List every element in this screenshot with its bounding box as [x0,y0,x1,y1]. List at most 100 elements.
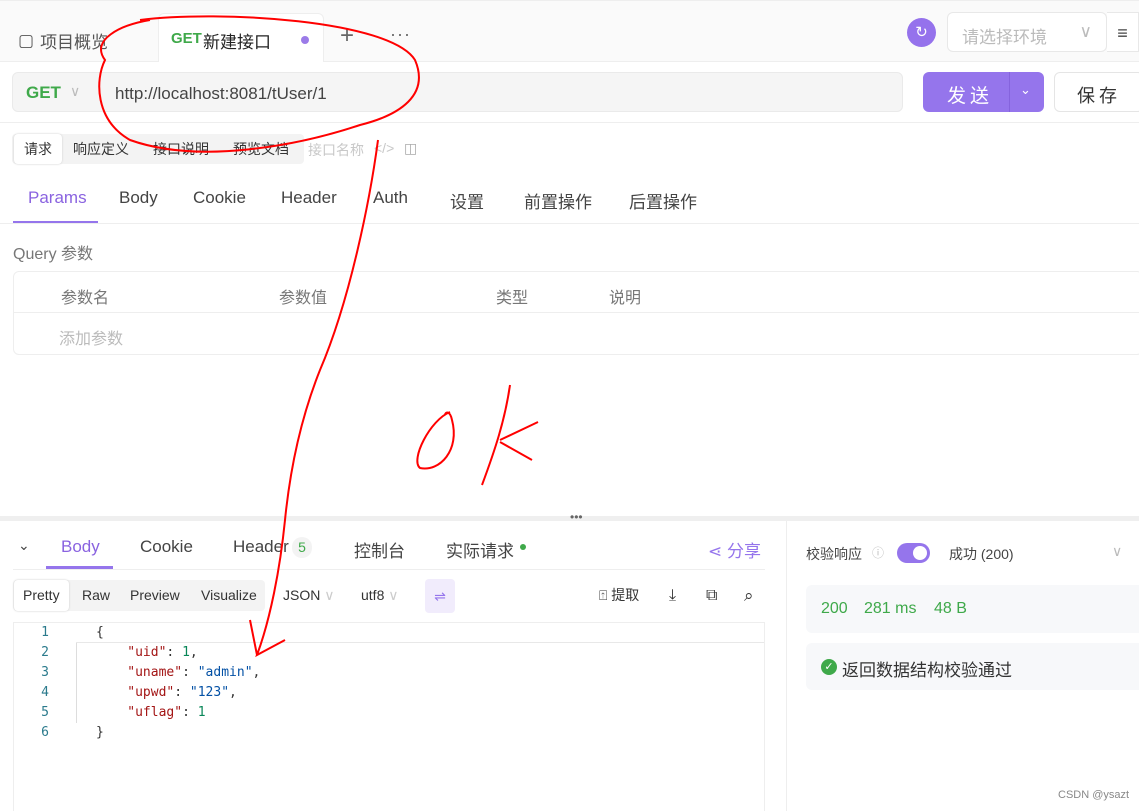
resp-tab-actual-request[interactable]: 实际请求 [446,537,514,562]
endpoint-name-input[interactable]: 接口名称 [308,140,364,160]
tab-method: GET [171,30,202,47]
validate-toggle[interactable] [897,543,930,563]
wrap-icon[interactable]: ⇌ [425,579,455,613]
tab-params[interactable]: Params [28,188,87,208]
format-visualize[interactable]: Visualize [192,580,266,611]
code-token: , [229,685,237,700]
tab-post-script[interactable]: 后置操作 [629,188,697,213]
chevron-down-icon[interactable]: ⌄ [1020,82,1031,98]
chevron-down-icon[interactable]: ∨ [1112,543,1122,560]
code-icon[interactable]: </> [374,140,394,156]
watermark: CSDN @ysazt [1058,789,1130,801]
code-token: "uflag" [127,705,183,720]
extract-button[interactable]: ⍐ 提取 [590,580,648,611]
url-input[interactable]: http://localhost:8081/tUser/1 [115,84,327,104]
sync-icon[interactable]: ↻ [907,18,936,47]
resp-tab-body[interactable]: Body [61,537,100,557]
resp-tab-header[interactable]: Header [233,537,289,557]
code-line: 3 "uname": "admin", [13,663,260,683]
column-header: 说明 [609,290,642,307]
tab-auth[interactable]: Auth [373,188,408,208]
segment-response-def[interactable]: 响应定义 [63,134,139,164]
tab-pre-script[interactable]: 前置操作 [524,188,592,213]
segment-api-doc[interactable]: 接口说明 [143,134,219,164]
divider [13,569,765,570]
validation-result: 返回数据结构校验通过 [842,661,1012,680]
search-icon[interactable]: ⌕ [735,580,763,611]
header-count-badge: 5 [292,537,312,558]
encoding-select[interactable]: utf8 ∨ [352,580,408,611]
panel-divider [786,521,787,811]
format-raw[interactable]: Raw [73,580,119,611]
tab-label: 项目概览 [40,33,109,52]
encoding-value: utf8 [361,587,385,603]
resp-tab-cookie[interactable]: Cookie [140,537,193,557]
line-number: 5 [41,705,49,720]
code-token: : [182,705,198,720]
add-param-input[interactable]: 添加参数 [59,325,123,349]
tab-body[interactable]: Body [119,188,158,208]
line-number: 6 [41,725,49,740]
add-tab-button[interactable]: + [340,22,354,50]
tab-cookie[interactable]: Cookie [193,188,246,208]
menu-icon[interactable]: ≡ [1107,12,1139,52]
code-line: 6 } [13,723,104,743]
download-icon[interactable]: ⤓ [660,580,685,611]
code-token: 1 [182,645,190,660]
status-code: 200 [821,600,848,617]
share-button[interactable]: ⋖ 分享 [708,537,761,562]
divider [13,312,1139,313]
panel-icon[interactable]: ◫ [404,140,417,157]
tab-header[interactable]: Header [281,188,337,208]
code-line: 1 { [13,623,104,643]
line-number: 2 [41,645,49,660]
tab-label: 新建接口 [203,33,271,52]
response-size: 48 B [934,600,967,617]
share-label: 分享 [726,542,761,561]
response-meta-card [806,585,1139,633]
tab-project-overview[interactable]: ▢ 项目概览 [18,28,108,53]
code-line: 5 "uflag": 1 [13,703,205,723]
chevron-down-icon: ∨ [1079,22,1092,41]
save-button[interactable]: 保存 [1054,72,1139,112]
environment-select[interactable]: 请选择环境 ∨ [947,12,1107,52]
grip-icon[interactable]: ••• [570,510,583,524]
format-preview[interactable]: Preview [121,580,189,611]
chevron-down-icon[interactable]: ∨ [70,83,80,100]
resp-tab-console[interactable]: 控制台 [354,537,405,562]
code-token: : [166,645,183,660]
query-label: Query 参数 [13,246,94,263]
code-token: "admin" [197,665,253,680]
format-pretty[interactable]: Pretty [14,580,69,611]
lang-value: JSON [283,587,321,603]
method-select[interactable]: GET [26,83,61,103]
code-token: "uname" [127,665,183,680]
code-line: 4 "upwd": "123", [13,683,237,703]
column-header: 参数名 [61,290,110,307]
code-line: 2 "uid": 1, [13,643,198,663]
validate-status-select[interactable]: 成功 (200) [949,544,1014,564]
code-token: , [252,665,261,680]
share-icon: ⋖ [708,542,727,561]
segment-preview-doc[interactable]: 预览文档 [223,134,299,164]
response-time: 281 ms [864,600,917,617]
copy-icon[interactable]: ⧉ [697,580,726,611]
tab-settings[interactable]: 设置 [450,188,484,213]
help-icon[interactable]: ⓘ [872,544,884,561]
segment-request[interactable]: 请求 [14,134,62,164]
unsaved-dot [301,36,309,44]
status-dot [520,544,526,550]
collapse-icon[interactable]: ⌄ [18,537,30,554]
line-number: 3 [41,665,49,680]
send-button[interactable]: 发送 ⌄ [923,72,1044,112]
validate-label: 校验响应 [806,546,862,562]
tab-new-endpoint[interactable]: GET 新建接口 [158,13,324,62]
divider [0,122,1139,123]
lang-select[interactable]: JSON ∨ [274,580,343,611]
more-icon[interactable]: ··· [390,24,411,45]
code-token: { [95,625,104,640]
code-token: "upwd" [127,685,175,700]
